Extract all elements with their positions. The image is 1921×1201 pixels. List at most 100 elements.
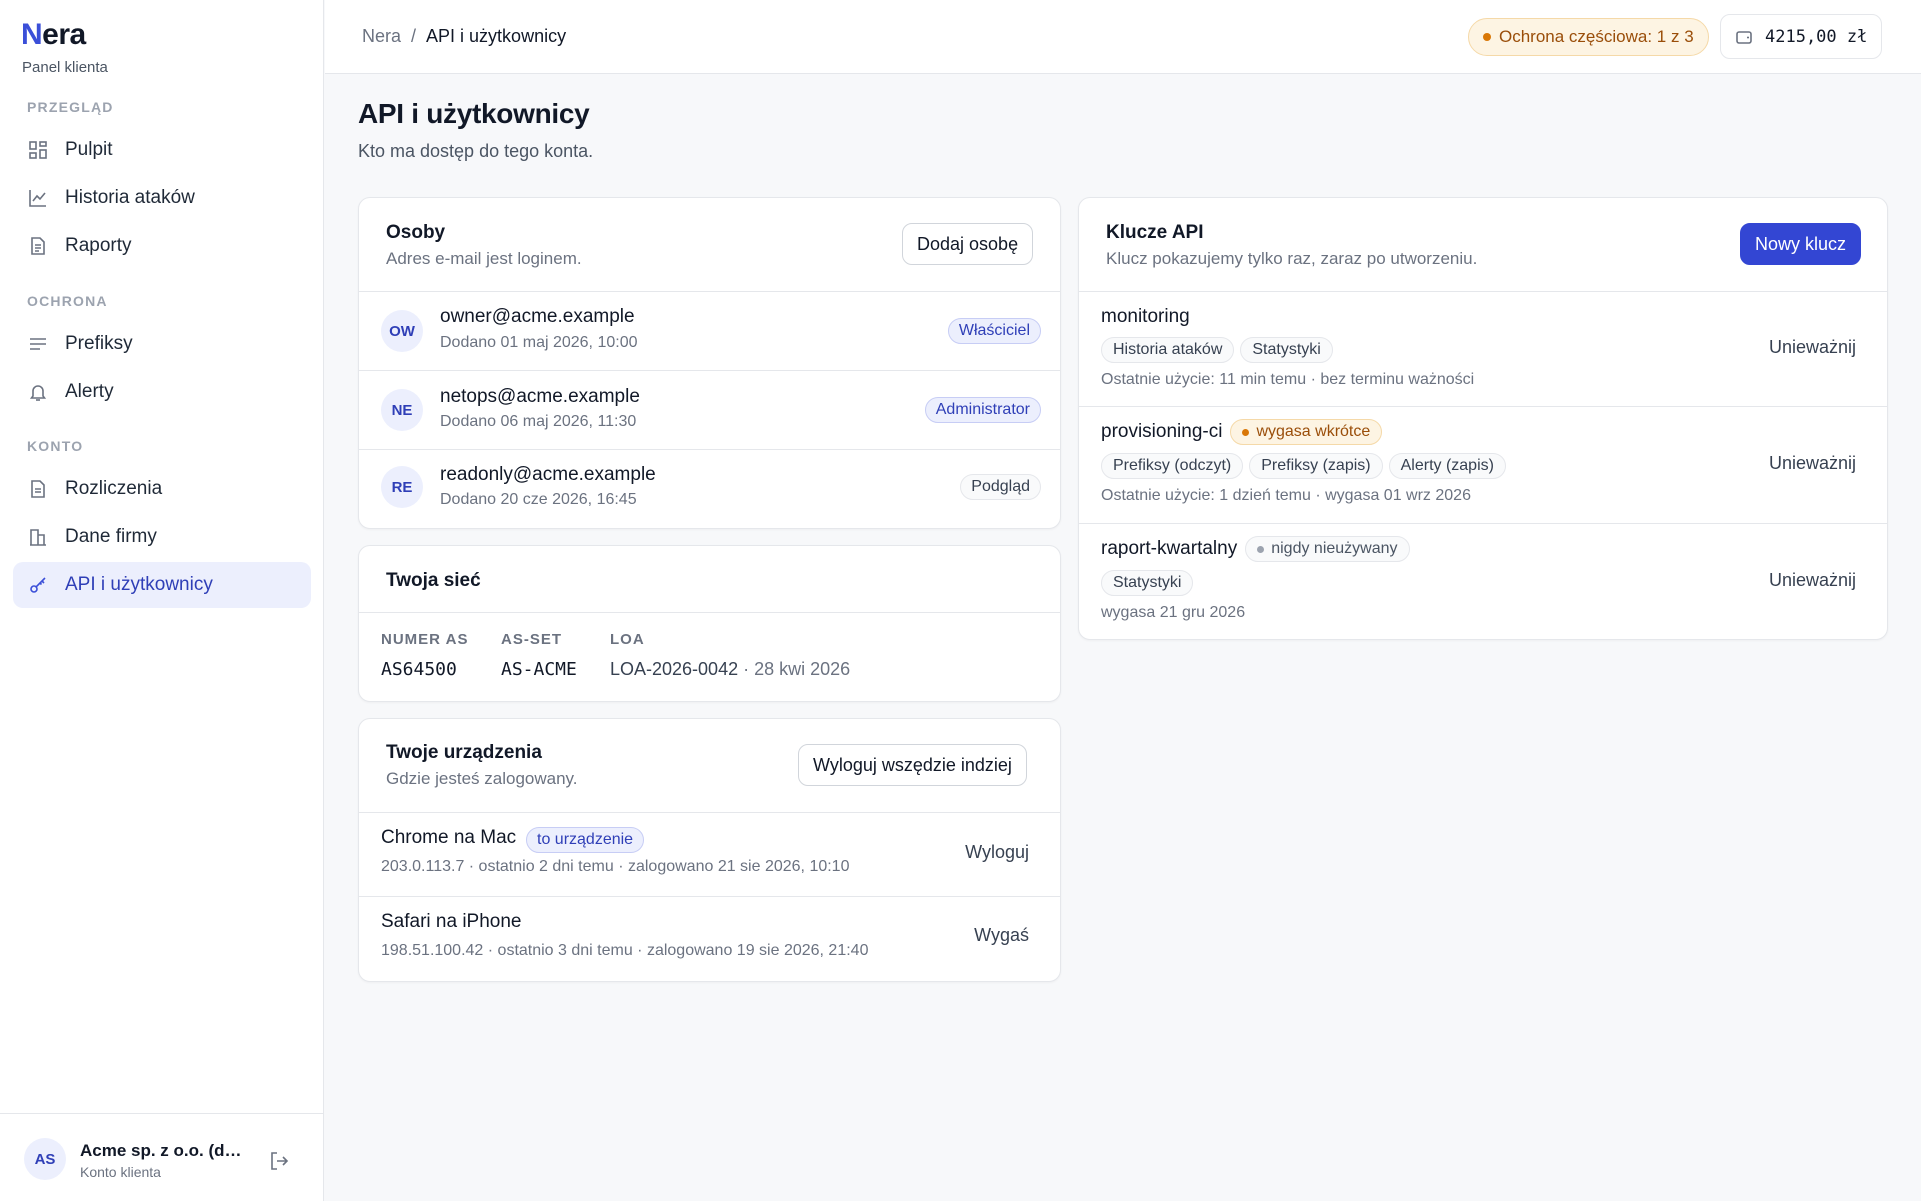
as-number-label: NUMER AS	[381, 631, 469, 648]
as-set-value: AS-ACME	[501, 659, 577, 680]
api-key-header: raport-kwartalny nigdy nieużywany	[1101, 536, 1416, 562]
devices-subtitle: Gdzie jesteś zalogowany.	[386, 769, 578, 788]
person-email: netops@acme.example	[440, 386, 640, 407]
expiring-label: wygasa wkrótce	[1256, 423, 1371, 440]
sidebar-item-label: Prefiksy	[65, 333, 133, 354]
sidebar-item-dashboard[interactable]: Pulpit	[13, 127, 311, 173]
device-details: 198.51.100.42 · ostatnio 3 dni temu · za…	[381, 942, 869, 959]
warning-dot-icon	[1242, 428, 1250, 436]
account-name: Acme sp. z o.o. (demo)	[80, 1141, 250, 1160]
person-email: readonly@acme.example	[440, 464, 656, 485]
account-footer: AS Acme sp. z o.o. (demo) Konto klienta	[0, 1113, 324, 1201]
page-subtitle: Kto ma dostęp do tego konta.	[358, 141, 594, 161]
balance-value: 4215,00 zł	[1765, 26, 1868, 47]
device-name: Safari na iPhone	[381, 911, 522, 932]
list-item[interactable]: NE netops@acme.example Dodano 06 maj 202…	[359, 371, 1060, 449]
network-card: Twoja sieć NUMER AS AS64500 AS-SET AS-AC…	[358, 545, 1061, 702]
loa-value: LOA-2026-0042 · 28 kwi 2026	[610, 659, 850, 680]
role-badge: Właściciel	[947, 318, 1041, 344]
sidebar-item-api-users[interactable]: API i użytkownicy	[13, 562, 311, 608]
person-added: Dodano 20 cze 2026, 16:45	[440, 491, 637, 508]
as-number-value: AS64500	[381, 659, 457, 680]
list-item[interactable]: OW owner@acme.example Dodano 01 maj 2026…	[359, 292, 1060, 370]
logout-icon	[271, 1152, 289, 1170]
sidebar-item-label: Historia ataków	[65, 187, 195, 208]
wallet-icon	[1736, 30, 1752, 44]
person-added: Dodano 06 maj 2026, 11:30	[440, 413, 637, 430]
scope-tag: Statystyki	[1101, 570, 1194, 596]
breadcrumb: Nera / API i użytkownicy	[362, 26, 566, 47]
sidebar-item-prefixes[interactable]: Prefiksy	[13, 321, 311, 367]
scope-tag: Historia ataków	[1101, 337, 1235, 363]
bell-icon	[29, 385, 47, 401]
sidebar-item-label: Dane firmy	[65, 526, 157, 547]
api-keys-title: Klucze API	[1106, 222, 1204, 243]
expiring-badge: wygasa wkrótce	[1230, 419, 1383, 445]
person-added: Dodano 01 maj 2026, 10:00	[440, 334, 638, 351]
list-item[interactable]: RE readonly@acme.example Dodano 20 cze 2…	[359, 450, 1060, 528]
key-icon	[30, 577, 46, 593]
sidebar-item-label: Pulpit	[65, 139, 113, 160]
page-title: API i użytkownicy	[358, 98, 590, 129]
add-person-button[interactable]: Dodaj osobę	[902, 223, 1034, 265]
as-set-label: AS-SET	[501, 631, 563, 648]
api-key-meta: wygasa 21 gru 2026	[1101, 604, 1246, 621]
api-key-row: provisioning-ci wygasa wkrótce Prefiksy …	[1079, 407, 1887, 523]
api-key-name: provisioning-ci	[1101, 421, 1223, 442]
api-key-name: raport-kwartalny	[1101, 538, 1238, 559]
nav-section-account: KONTO	[27, 438, 84, 454]
new-key-button[interactable]: Nowy klucz	[1740, 223, 1862, 265]
sidebar-item-attack-history[interactable]: Historia ataków	[13, 175, 311, 221]
loa-date: · 28 kwi 2026	[743, 659, 851, 679]
breadcrumb-root[interactable]: Nera	[362, 26, 401, 47]
avatar: AS	[24, 1138, 66, 1180]
current-device-badge: to urządzenie	[526, 827, 645, 853]
sidebar-item-label: API i użytkownicy	[65, 574, 213, 595]
api-key-scopes: Historia ataków Statystyki	[1101, 337, 1339, 363]
sidebar-item-alerts[interactable]: Alerty	[13, 369, 311, 415]
people-subtitle: Adres e-mail jest loginem.	[386, 249, 582, 268]
scope-tag: Alerty (zapis)	[1388, 453, 1506, 479]
device-name: Chrome na Mac	[381, 827, 517, 848]
balance-button[interactable]: 4215,00 zł	[1720, 14, 1883, 59]
logout-everywhere-button[interactable]: Wyloguj wszędzie indziej	[798, 744, 1027, 786]
nav-section-overview: PRZEGLĄD	[27, 99, 114, 115]
sidebar-item-label: Alerty	[65, 381, 114, 402]
invoice-icon	[31, 480, 45, 498]
list-icon	[30, 338, 46, 350]
api-key-name: monitoring	[1101, 306, 1190, 327]
people-card: Osoby Adres e-mail jest loginem. Dodaj o…	[358, 197, 1061, 529]
device-details: 203.0.113.7 · ostatnio 2 dni temu · zalo…	[381, 858, 850, 875]
sidebar-item-company[interactable]: Dane firmy	[13, 514, 311, 560]
avatar: RE	[381, 466, 423, 508]
role-badge: Podgląd	[960, 474, 1041, 500]
device-logout-button[interactable]: Wyloguj	[965, 842, 1029, 863]
revoke-key-button[interactable]: Unieważnij	[1769, 337, 1856, 358]
dashboard-icon	[29, 141, 47, 159]
topbar: Nera / API i użytkownicy Ochrona częścio…	[325, 0, 1921, 74]
devices-card: Twoje urządzenia Gdzie jesteś zalogowany…	[358, 718, 1061, 982]
sidebar-item-billing[interactable]: Rozliczenia	[13, 466, 311, 512]
divider	[359, 612, 1060, 613]
list-item: Safari na iPhone 198.51.100.42 · ostatni…	[359, 897, 1060, 981]
logout-button[interactable]	[268, 1150, 290, 1172]
account-role: Konto klienta	[80, 1164, 161, 1180]
api-key-row: raport-kwartalny nigdy nieużywany Statys…	[1079, 524, 1887, 639]
api-keys-subtitle: Klucz pokazujemy tylko raz, zaraz po utw…	[1106, 249, 1478, 268]
loa-id: LOA-2026-0042	[610, 659, 739, 679]
logo[interactable]: Nera	[21, 18, 86, 52]
protection-status-badge[interactable]: Ochrona częściowa: 1 z 3	[1468, 18, 1709, 56]
scope-tag: Prefiksy (zapis)	[1249, 453, 1383, 479]
revoke-key-button[interactable]: Unieważnij	[1769, 453, 1856, 474]
status-dot-icon	[1257, 545, 1265, 553]
device-expire-button[interactable]: Wygaś	[974, 925, 1029, 946]
breadcrumb-current: API i użytkownicy	[426, 26, 567, 46]
sidebar-item-reports[interactable]: Raporty	[13, 223, 311, 269]
sidebar-item-label: Raporty	[65, 235, 132, 256]
avatar: OW	[381, 310, 423, 352]
revoke-key-button[interactable]: Unieważnij	[1769, 570, 1856, 591]
sidebar-item-label: Rozliczenia	[65, 478, 163, 499]
sidebar: Nera Panel klienta PRZEGLĄD Pulpit Histo…	[0, 0, 324, 1201]
network-title: Twoja sieć	[386, 570, 481, 591]
breadcrumb-separator: /	[411, 26, 417, 46]
